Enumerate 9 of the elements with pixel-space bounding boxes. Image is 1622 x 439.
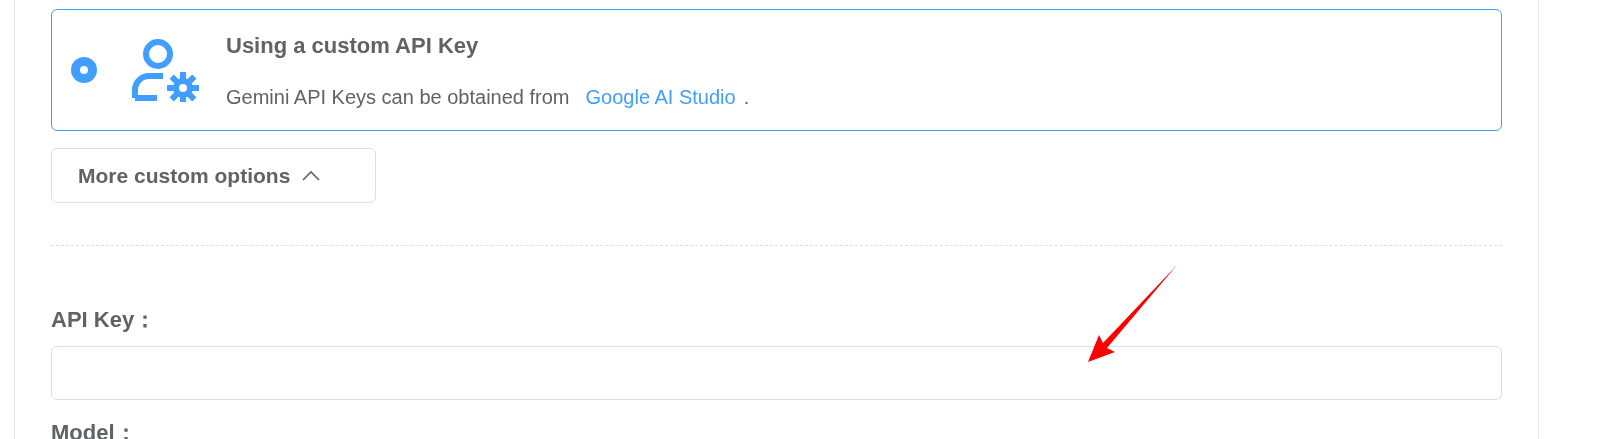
radio-button[interactable] [71,57,97,83]
api-key-field[interactable] [51,346,1502,400]
option-description: Gemini API Keys can be obtained from [226,84,570,110]
user-gear-icon [130,38,200,102]
option-title: Using a custom API Key [226,31,480,60]
option-card[interactable]: Using a custom API Key Gemini API Keys can be obtained from Google AI Studio . [51,9,1502,131]
more-options-button[interactable]: More custom options [51,148,376,203]
period-text: . [743,84,750,110]
field-label: API Key： [51,306,158,334]
